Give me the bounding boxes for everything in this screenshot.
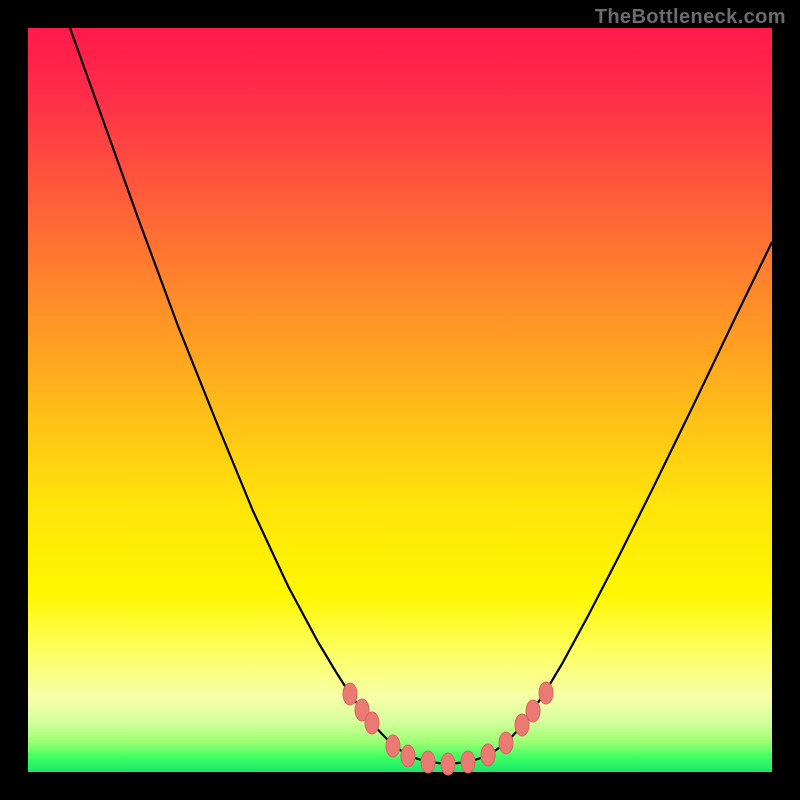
curve-dot — [343, 683, 357, 705]
curve-dot — [401, 745, 415, 767]
curve-dot — [526, 700, 540, 722]
curve-dot — [461, 751, 475, 773]
curve-path — [70, 28, 772, 764]
curve-dot — [481, 744, 495, 766]
curve-dot — [365, 712, 379, 734]
curve-dot — [441, 753, 455, 775]
watermark-text: TheBottleneck.com — [595, 6, 786, 29]
curve-dot — [499, 732, 513, 754]
curve-dot — [421, 751, 435, 773]
curve-dot — [386, 735, 400, 757]
curve-dot — [539, 682, 553, 704]
curve-dots — [343, 682, 553, 775]
bottleneck-curve — [28, 28, 772, 772]
chart-frame: TheBottleneck.com — [0, 0, 800, 800]
